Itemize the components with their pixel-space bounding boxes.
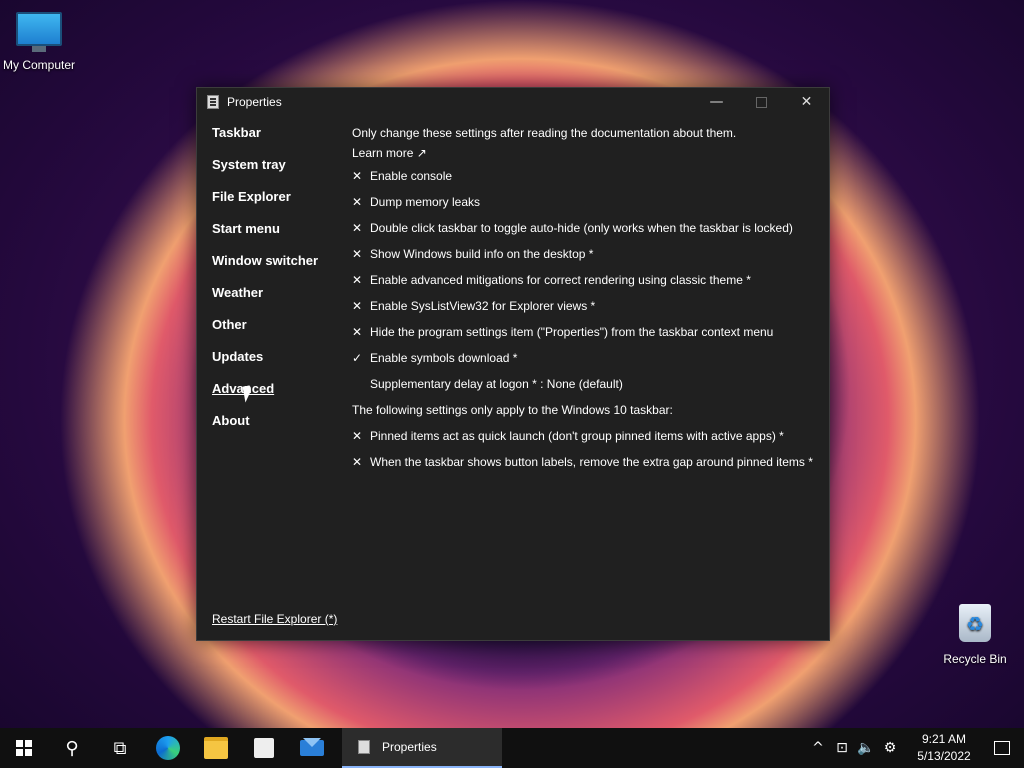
sidebar-item-other[interactable]: Other	[212, 317, 342, 349]
minimize-button[interactable]: —	[694, 88, 739, 116]
sidebar-item-file-explorer[interactable]: File Explorer	[212, 189, 342, 221]
sidebar-item-updates[interactable]: Updates	[212, 349, 342, 381]
sidebar-item-taskbar[interactable]: Taskbar	[212, 125, 342, 157]
settings-gear-icon[interactable]: ⚙	[878, 740, 902, 756]
sidebar-item-start-menu[interactable]: Start menu	[212, 221, 342, 253]
clock-date: 5/13/2022	[917, 749, 971, 763]
computer-icon	[16, 12, 62, 52]
sidebar-item-about[interactable]: About	[212, 413, 342, 445]
restart-explorer-link[interactable]: Restart File Explorer (*)	[212, 612, 337, 626]
properties-window: Properties — ✕ Taskbar System tray File …	[196, 87, 830, 641]
cross-icon: ✕	[352, 169, 363, 183]
task-label: Properties	[382, 740, 437, 754]
desktop-icon-recycle-bin[interactable]: Recycle Bin	[937, 604, 1013, 666]
desktop-icon-label: Recycle Bin	[943, 652, 1007, 666]
notification-button[interactable]	[980, 728, 1024, 768]
option-logon-delay[interactable]: Supplementary delay at logon * : None (d…	[352, 371, 822, 397]
title-bar[interactable]: Properties — ✕	[197, 88, 829, 116]
store-button[interactable]	[240, 728, 288, 768]
sidebar-nav: Taskbar System tray File Explorer Start …	[212, 125, 342, 445]
cross-icon: ✕	[352, 299, 363, 313]
cross-icon: ✕	[352, 273, 363, 287]
task-view-icon: ⧉	[113, 737, 127, 759]
store-icon	[254, 738, 274, 758]
cross-icon: ✕	[352, 429, 363, 443]
learn-more-link[interactable]: Learn more ↗	[352, 143, 822, 163]
cross-icon: ✕	[352, 247, 363, 261]
settings-content: Only change these settings after reading…	[352, 123, 822, 475]
clock-time: 9:21 AM	[921, 732, 967, 746]
cross-icon: ✕	[352, 455, 363, 469]
start-icon	[16, 740, 32, 756]
window-title: Properties	[227, 95, 282, 109]
mail-button[interactable]	[288, 728, 336, 768]
file-explorer-button[interactable]	[192, 728, 240, 768]
option-dump-memory-leaks[interactable]: ✕ Dump memory leaks	[352, 189, 822, 215]
maximize-button[interactable]	[739, 88, 784, 116]
sidebar-item-system-tray[interactable]: System tray	[212, 157, 342, 189]
option-advanced-mitigations[interactable]: ✕ Enable advanced mitigations for correct…	[352, 267, 822, 293]
properties-app-icon	[207, 95, 219, 109]
option-enable-console[interactable]: ✕ Enable console	[352, 163, 822, 189]
win10-section-heading: The following settings only apply to the…	[352, 403, 673, 417]
search-icon: ⚲	[65, 737, 79, 759]
desktop-icon-my-computer[interactable]: My Computer	[1, 12, 77, 72]
file-explorer-icon	[204, 737, 228, 759]
mail-icon	[300, 738, 324, 756]
cross-icon: ✕	[352, 221, 363, 235]
desktop-icon-label: My Computer	[2, 58, 76, 72]
close-button[interactable]: ✕	[784, 88, 829, 116]
properties-app-icon	[358, 740, 370, 754]
system-tray: ^ ⊡ 🔈 ⚙ 9:21 AM 5/13/2022	[806, 728, 1024, 768]
sidebar-item-weather[interactable]: Weather	[212, 285, 342, 317]
volume-icon[interactable]: 🔈	[854, 740, 878, 756]
option-show-build-info[interactable]: ✕ Show Windows build info on the desktop …	[352, 241, 822, 267]
sidebar-item-window-switcher[interactable]: Window switcher	[212, 253, 342, 285]
option-remove-extra-gap[interactable]: ✕ When the taskbar shows button labels, r…	[352, 449, 822, 475]
task-view-button[interactable]: ⧉	[96, 728, 144, 768]
check-icon: ✓	[352, 351, 363, 365]
start-button[interactable]	[0, 728, 48, 768]
maximize-icon	[756, 96, 767, 108]
intro-text: Only change these settings after reading…	[352, 126, 737, 140]
edge-icon	[156, 736, 180, 760]
option-syslistview32[interactable]: ✕ Enable SysListView32 for Explorer views…	[352, 293, 822, 319]
search-button[interactable]: ⚲	[48, 728, 96, 768]
taskbar: ⚲ ⧉ Properties ^ ⊡ 🔈 ⚙ 9:21 AM 5/13/2022	[0, 728, 1024, 768]
network-icon[interactable]: ⊡	[830, 740, 854, 756]
taskbar-task-properties[interactable]: Properties	[342, 728, 502, 768]
option-pinned-quick-launch[interactable]: ✕ Pinned items act as quick launch (don't…	[352, 423, 822, 449]
option-symbols-download[interactable]: ✓ Enable symbols download *	[352, 345, 822, 371]
cross-icon: ✕	[352, 325, 363, 339]
option-hide-properties-item[interactable]: ✕ Hide the program settings item ("Proper…	[352, 319, 822, 345]
recycle-bin-icon	[959, 604, 991, 642]
notification-icon	[994, 741, 1010, 755]
tray-chevron-icon[interactable]: ^	[806, 740, 830, 756]
clock[interactable]: 9:21 AM 5/13/2022	[908, 731, 980, 765]
cross-icon: ✕	[352, 195, 363, 209]
option-double-click-autohide[interactable]: ✕ Double click taskbar to toggle auto-hid…	[352, 215, 822, 241]
edge-button[interactable]	[144, 728, 192, 768]
sidebar-item-advanced[interactable]: Advanced	[212, 381, 342, 413]
